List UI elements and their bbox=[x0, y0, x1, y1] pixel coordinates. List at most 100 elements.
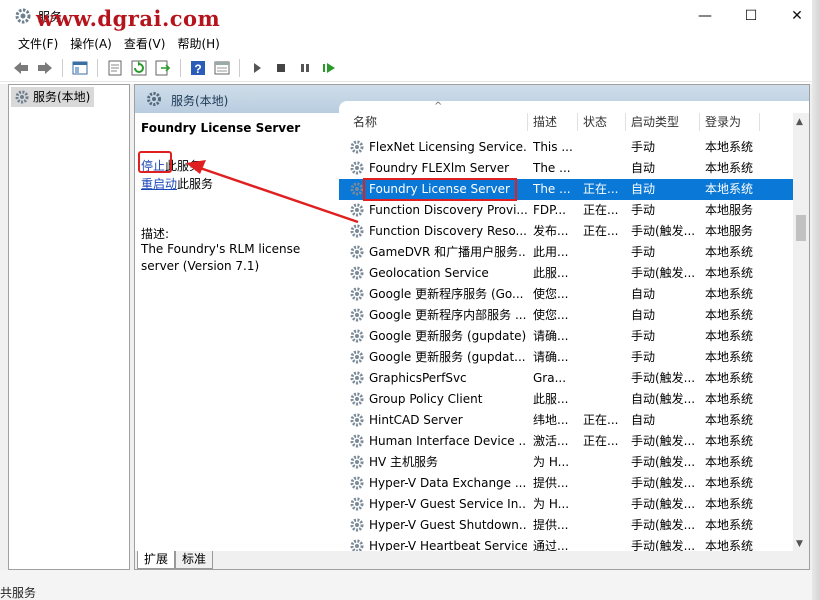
tab-extended[interactable]: 扩展 bbox=[137, 551, 176, 569]
description-label: 描述: bbox=[141, 227, 170, 241]
menu-action[interactable]: 操作(A) bbox=[64, 32, 118, 54]
pause-service-button[interactable] bbox=[294, 57, 316, 79]
column-header-logon-as[interactable]: 登录为 bbox=[705, 111, 741, 133]
table-row[interactable]: Hyper-V Data Exchange ... 提供... 手动(触发... 本地… bbox=[339, 473, 793, 494]
tree-item-services-local[interactable]: 服务(本地) bbox=[11, 87, 95, 107]
table-row[interactable]: Foundry FLEXlm Server The ... 自动 本地系统 bbox=[339, 158, 793, 179]
service-startup-type: 手动(触发... bbox=[631, 224, 696, 238]
column-header-description[interactable]: 描述 bbox=[533, 111, 557, 133]
table-row[interactable]: FlexNet Licensing Service... This ... 手动 本地… bbox=[339, 137, 793, 158]
vertical-scrollbar[interactable]: ▲ ▼ bbox=[793, 113, 809, 553]
watermark: www.dgrai.com bbox=[36, 6, 221, 31]
table-row[interactable]: GameDVR 和广播用户服务... 此用... 手动 本地系统 bbox=[339, 242, 793, 263]
column-header-status[interactable]: 状态 bbox=[583, 111, 607, 133]
help-button[interactable]: ? bbox=[187, 57, 209, 79]
table-row[interactable]: Human Interface Device ... 激活... 正在... 手动(触… bbox=[339, 431, 793, 452]
service-description: 此用... bbox=[533, 245, 569, 259]
restart-service-link[interactable]: 重启动 bbox=[141, 177, 177, 191]
table-row[interactable]: Hyper-V Heartbeat Service 通过... 手动(触发... 本地… bbox=[339, 536, 793, 551]
table-row[interactable]: Function Discovery Reso... 发布... 正在... 手动(触… bbox=[339, 221, 793, 242]
column-header-startup-type[interactable]: 启动类型 bbox=[631, 111, 679, 133]
service-startup-type: 手动(触发... bbox=[631, 371, 696, 385]
column-separator bbox=[699, 113, 700, 131]
gear-icon bbox=[147, 92, 161, 106]
service-gear-icon bbox=[350, 329, 364, 343]
service-gear-icon bbox=[350, 161, 364, 175]
service-gear-icon bbox=[350, 539, 364, 551]
menu-help[interactable]: 帮助(H) bbox=[171, 32, 225, 54]
minimize-button[interactable]: — bbox=[682, 0, 728, 32]
scroll-up-icon[interactable]: ▲ bbox=[796, 117, 803, 127]
service-logon-as: 本地系统 bbox=[705, 371, 754, 385]
table-row[interactable]: Group Policy Client 此服... 自动(触发... 本地系统 bbox=[339, 389, 793, 410]
forward-button[interactable] bbox=[34, 57, 56, 79]
service-name: FlexNet Licensing Service... bbox=[369, 140, 527, 154]
properties-icon bbox=[108, 60, 122, 75]
service-logon-as: 本地系统 bbox=[705, 434, 754, 448]
background-partial-text: 共服务 bbox=[0, 586, 37, 600]
restart-icon bbox=[323, 62, 335, 73]
show-console-tree-button[interactable] bbox=[69, 57, 91, 79]
scroll-down-icon[interactable]: ▼ bbox=[796, 539, 803, 549]
restart-action: 重启动此服务 bbox=[141, 175, 213, 192]
menu-bar: 文件(F) 操作(A) 查看(V) 帮助(H) bbox=[0, 32, 820, 54]
service-startup-type: 手动(触发... bbox=[631, 539, 696, 551]
background-window-strip bbox=[0, 570, 820, 600]
view-icon bbox=[214, 61, 230, 74]
service-startup-type: 自动 bbox=[631, 308, 656, 322]
service-description: The ... bbox=[533, 161, 571, 175]
table-row[interactable]: Function Discovery Provi... FDP... 正在... 手动… bbox=[339, 200, 793, 221]
scrollbar-thumb[interactable] bbox=[796, 215, 806, 241]
table-row[interactable]: Google 更新服务 (gupdat... 请确... 手动 本地系统 bbox=[339, 347, 793, 368]
stop-service-button[interactable] bbox=[270, 57, 292, 79]
service-logon-as: 本地系统 bbox=[705, 308, 754, 322]
help-icon: ? bbox=[191, 60, 205, 76]
properties-button[interactable] bbox=[104, 57, 126, 79]
refresh-icon bbox=[131, 60, 147, 75]
refresh-button[interactable] bbox=[128, 57, 150, 79]
menu-view[interactable]: 查看(V) bbox=[118, 32, 172, 54]
service-status: 正在... bbox=[583, 224, 619, 238]
service-logon-as: 本地系统 bbox=[705, 329, 754, 343]
service-gear-icon bbox=[350, 371, 364, 385]
view-button[interactable] bbox=[211, 57, 233, 79]
table-row[interactable]: Google 更新服务 (gupdate) 请确... 手动 本地系统 bbox=[339, 326, 793, 347]
start-service-button[interactable] bbox=[246, 57, 268, 79]
toolbar-separator bbox=[62, 58, 63, 77]
table-row[interactable]: HV 主机服务 为 H... 手动(触发... 本地系统 bbox=[339, 452, 793, 473]
restart-service-button[interactable] bbox=[318, 57, 340, 79]
selected-name-highlight-box bbox=[363, 178, 517, 201]
service-description: 提供... bbox=[533, 518, 569, 532]
service-gear-icon bbox=[350, 287, 364, 301]
tab-standard[interactable]: 标准 bbox=[175, 551, 214, 569]
console-tree-icon bbox=[72, 61, 88, 74]
service-name: HV 主机服务 bbox=[369, 455, 439, 469]
table-row[interactable]: Foundry License Server The ... 正在... 自动 本地系统 bbox=[339, 178, 793, 201]
column-header-name[interactable]: 名称 bbox=[353, 111, 377, 133]
services-list: ^ 名称 描述 状态 启动类型 登录为 FlexNet Licensing Se… bbox=[339, 101, 809, 551]
service-gear-icon bbox=[350, 140, 364, 154]
service-startup-type: 手动 bbox=[631, 140, 656, 154]
table-row[interactable]: Hyper-V Guest Service In... 为 H... 手动(触发..… bbox=[339, 494, 793, 515]
service-description: The ... bbox=[533, 182, 571, 196]
maximize-button[interactable]: ☐ bbox=[728, 0, 774, 32]
table-row[interactable]: HintCAD Server 纬地... 正在... 自动 本地系统 bbox=[339, 410, 793, 431]
service-gear-icon bbox=[350, 413, 364, 427]
service-startup-type: 自动 bbox=[631, 287, 656, 301]
window-right-edge bbox=[812, 0, 820, 600]
table-row[interactable]: Google 更新程序内部服务 ... 使您... 自动 本地系统 bbox=[339, 305, 793, 326]
service-name: Hyper-V Data Exchange ... bbox=[369, 476, 527, 490]
export-list-button[interactable] bbox=[152, 57, 174, 79]
service-gear-icon bbox=[350, 308, 364, 322]
back-button[interactable] bbox=[10, 57, 32, 79]
table-row[interactable]: Geolocation Service 此服... 手动(触发... 本地系统 bbox=[339, 263, 793, 284]
table-row[interactable]: Hyper-V Guest Shutdown... 提供... 手动(触发... 本地… bbox=[339, 515, 793, 536]
table-row[interactable]: GraphicsPerfSvc Gra... 手动(触发... 本地系统 bbox=[339, 368, 793, 389]
service-detail-panel: Foundry License Server 停止此服务 重启动此服务 描述: … bbox=[135, 113, 339, 553]
tree-item-label: 服务(本地) bbox=[33, 90, 91, 104]
stop-icon bbox=[277, 63, 285, 72]
table-row[interactable]: Google 更新程序服务 (Go... 使您... 自动 本地系统 bbox=[339, 284, 793, 305]
services-pane: 服务(本地) Foundry License Server 停止此服务 重启动此… bbox=[134, 84, 810, 570]
service-name: Google 更新服务 (gupdat... bbox=[369, 350, 526, 364]
menu-file[interactable]: 文件(F) bbox=[12, 32, 64, 54]
